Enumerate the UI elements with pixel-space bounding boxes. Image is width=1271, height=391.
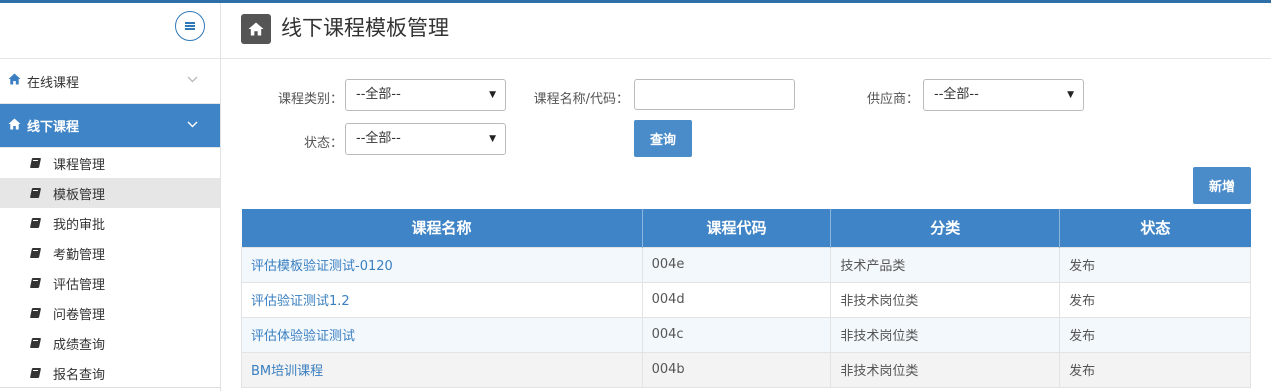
course-code-cell: 004b	[641, 351, 832, 388]
query-button[interactable]: 查询	[634, 120, 692, 157]
sidebar-group-label: 线下课程	[27, 120, 80, 135]
sidebar-item-my-approvals[interactable]: 我的审批	[0, 208, 220, 238]
caret-down-icon: ▼	[489, 90, 496, 100]
category-cell: 非技术岗位类	[830, 316, 1061, 353]
course-name-link[interactable]: 评估体验验证测试	[241, 316, 643, 353]
sidebar: 在线课程 线下课程 课程管理 模板管理 我的审批 考勤管理 评估管理 问卷管理	[0, 3, 221, 391]
column-header-category[interactable]: 分类	[830, 209, 1061, 247]
status-cell: 发布	[1059, 281, 1251, 318]
sidebar-group-online-courses[interactable]: 在线课程	[0, 59, 220, 104]
book-icon	[30, 338, 42, 348]
supplier-select-value: --全部--	[934, 87, 979, 102]
chevron-down-icon	[187, 73, 198, 86]
status-select[interactable]: --全部-- ▼	[345, 123, 506, 155]
sidebar-item-label: 课程管理	[53, 157, 106, 173]
book-icon	[30, 248, 42, 258]
course-name-link[interactable]: 评估模板验证测试-0120	[241, 246, 643, 283]
course-name-link[interactable]: 评估验证测试1.2	[241, 281, 643, 318]
column-header-course-name[interactable]: 课程名称	[241, 209, 643, 247]
book-icon	[30, 218, 42, 228]
chevron-down-icon	[187, 118, 198, 131]
home-icon	[241, 14, 271, 44]
category-label: 课程类别：	[277, 92, 343, 107]
sidebar-item-label: 评估管理	[53, 277, 106, 293]
status-select-value: --全部--	[356, 131, 401, 146]
course-name-link[interactable]: BM培训课程	[241, 351, 643, 388]
sidebar-item-label: 报名查询	[53, 367, 106, 383]
main-content: 线下课程模板管理 课程类别： --全部-- ▼ 课程名称/代码： 供应商： --…	[221, 3, 1271, 391]
home-icon	[8, 73, 22, 89]
sidebar-item-registration-query[interactable]: 报名查询	[0, 358, 220, 388]
sidebar-item-course-management[interactable]: 课程管理	[0, 148, 220, 178]
sidebar-divider	[0, 387, 221, 388]
category-cell: 技术产品类	[830, 246, 1061, 283]
page-title: 线下课程模板管理	[281, 16, 449, 40]
category-cell: 非技术岗位类	[830, 351, 1061, 388]
sidebar-item-label: 问卷管理	[53, 307, 106, 323]
sidebar-item-label: 考勤管理	[53, 247, 106, 263]
course-template-table: 课程名称 课程代码 分类 状态 评估模板验证测试-0120 004e 技术产品类…	[241, 209, 1251, 388]
book-icon	[30, 158, 42, 168]
title-bar: 线下课程模板管理	[221, 3, 1271, 59]
table-row: BM培训课程 004b 非技术岗位类 发布	[241, 351, 1251, 388]
table-header-row: 课程名称 课程代码 分类 状态	[241, 209, 1251, 247]
supplier-label: 供应商：	[866, 92, 919, 107]
book-icon	[30, 278, 42, 288]
sidebar-item-label: 成绩查询	[53, 337, 106, 353]
sidebar-item-label: 模板管理	[53, 187, 106, 203]
course-code-cell: 004c	[641, 316, 832, 353]
table-row: 评估体验验证测试 004c 非技术岗位类 发布	[241, 316, 1251, 353]
sidebar-group-label: 在线课程	[27, 75, 80, 91]
category-select[interactable]: --全部-- ▼	[345, 79, 506, 111]
status-cell: 发布	[1059, 246, 1251, 283]
sidebar-item-score-query[interactable]: 成绩查询	[0, 328, 220, 358]
sidebar-item-attendance-management[interactable]: 考勤管理	[0, 238, 220, 268]
sidebar-item-questionnaire-management[interactable]: 问卷管理	[0, 298, 220, 328]
book-icon	[30, 368, 42, 378]
book-icon	[30, 188, 42, 198]
sidebar-item-template-management[interactable]: 模板管理	[0, 178, 220, 208]
course-code-cell: 004e	[641, 246, 832, 283]
book-icon	[30, 308, 42, 318]
add-button[interactable]: 新增	[1193, 167, 1251, 204]
table-row: 评估验证测试1.2 004d 非技术岗位类 发布	[241, 281, 1251, 318]
course-name-code-input[interactable]	[634, 79, 795, 110]
menu-toggle-button[interactable]	[175, 11, 205, 41]
status-cell: 发布	[1059, 351, 1251, 388]
sidebar-item-evaluation-management[interactable]: 评估管理	[0, 268, 220, 298]
category-select-value: --全部--	[356, 87, 401, 102]
status-cell: 发布	[1059, 316, 1251, 353]
sidebar-header	[0, 3, 220, 59]
column-header-status[interactable]: 状态	[1059, 209, 1251, 247]
table-row: 评估模板验证测试-0120 004e 技术产品类 发布	[241, 246, 1251, 283]
sidebar-group-offline-courses[interactable]: 线下课程	[0, 104, 220, 148]
column-header-course-code[interactable]: 课程代码	[642, 209, 832, 247]
sidebar-item-label: 我的审批	[53, 217, 106, 233]
supplier-select[interactable]: --全部-- ▼	[923, 79, 1084, 111]
course-code-cell: 004d	[641, 281, 832, 318]
caret-down-icon: ▼	[1067, 90, 1074, 100]
category-cell: 非技术岗位类	[830, 281, 1061, 318]
course-name-code-label: 课程名称/代码：	[533, 92, 629, 107]
home-icon	[8, 118, 22, 134]
menu-icon	[185, 21, 195, 31]
status-label: 状态：	[303, 136, 343, 151]
caret-down-icon: ▼	[489, 134, 496, 144]
